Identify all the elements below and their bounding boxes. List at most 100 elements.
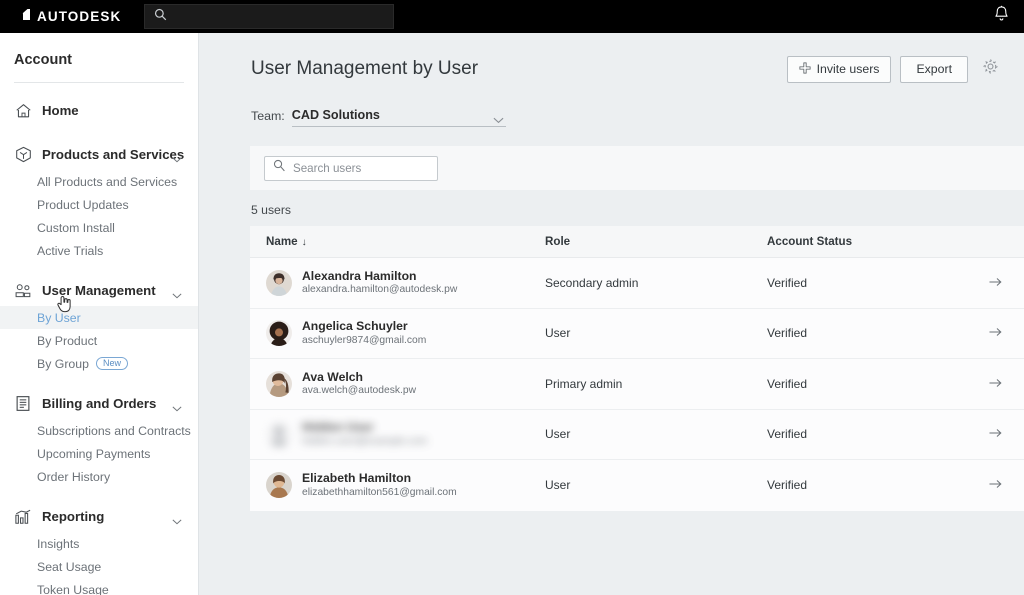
chevron-down-icon[interactable] [172,512,182,530]
users-icon [13,281,33,301]
sidebar-item-reporting[interactable]: Reporting [0,501,198,532]
column-header-role[interactable]: Role [545,235,767,248]
invite-users-label: Invite users [816,62,880,76]
table-row[interactable]: Elizabeth Hamilton elizabethhamilton561@… [250,460,1024,511]
user-email: aschuyler9874@gmail.com [302,334,427,346]
row-detail-button[interactable] [967,375,1024,393]
sidebar-item-subscriptions-and-contracts[interactable]: Subscriptions and Contracts [0,419,198,442]
column-header-account-status[interactable]: Account Status [767,235,967,248]
sidebar-subitem-label: By User [37,310,81,325]
sidebar-item-active-trials[interactable]: Active Trials [0,239,198,262]
chevron-down-icon[interactable] [172,399,182,417]
sidebar-item-by-group[interactable]: By Group New [0,352,198,375]
avatar-photo [266,370,292,397]
sidebar-item-insights[interactable]: Insights [0,532,198,555]
user-name: Elizabeth Hamilton [302,471,412,486]
name-block: Alexandra Hamilton alexandra.hamilton@au… [302,269,457,297]
row-detail-button[interactable] [967,274,1024,292]
cell-role: Primary admin [545,376,623,391]
invoice-icon [13,394,33,414]
sidebar-item-seat-usage[interactable]: Seat Usage [0,555,198,578]
arrow-right-icon [989,476,1002,494]
column-header-name-label: Name [266,235,298,248]
search-users-field[interactable] [264,155,438,181]
users-table: Name ↓ Role Account Status Alexandra Ham… [250,226,1024,511]
sidebar-item-label: Products and Services [42,147,185,162]
sidebar-divider [14,82,184,83]
sidebar-item-token-usage[interactable]: Token Usage [0,578,198,595]
cell-name: Ava Welch ava.welch@autodesk.pw [250,370,545,398]
sidebar-item-all-products-and-services[interactable]: All Products and Services [0,170,198,193]
sidebar-subitem-label: Custom Install [37,220,115,235]
sidebar-item-user-management[interactable]: User Management [0,275,198,306]
sidebar-subitem-label: Upcoming Payments [37,446,151,461]
name-block: Hidden User hidden.user@example.com [302,420,428,448]
search-icon [273,159,286,177]
row-detail-button[interactable] [967,476,1024,494]
search-input[interactable] [293,161,418,175]
export-button[interactable]: Export [900,55,968,83]
row-detail-button[interactable] [967,425,1024,443]
sidebar-item-label: Billing and Orders [42,396,157,411]
name-block: Angelica Schuyler aschuyler9874@gmail.co… [302,319,426,347]
sidebar-heading: Account [14,52,72,68]
sidebar-item-label: Reporting [42,509,105,524]
cell-name: Angelica Schuyler aschuyler9874@gmail.co… [250,319,545,347]
table-header-row: Name ↓ Role Account Status [250,226,1024,258]
cell-role: User [545,478,571,493]
sidebar-item-by-product[interactable]: By Product [0,329,198,352]
avatar-photo [266,421,292,448]
row-detail-button[interactable] [967,324,1024,342]
team-dropdown[interactable]: CAD Solutions [291,108,506,129]
sidebar-item-product-updates[interactable]: Product Updates [0,193,198,216]
avatar [266,320,292,347]
column-header-name[interactable]: Name ↓ [250,235,545,248]
autodesk-logo-icon [14,8,31,26]
chevron-down-icon [493,111,504,129]
sidebar-subitem-label: By Group [37,356,89,371]
user-email: ava.welch@autodesk.pw [302,385,417,397]
chevron-down-icon[interactable] [172,150,182,168]
cell-name: Elizabeth Hamilton elizabethhamilton561@… [250,471,545,499]
avatar-photo [266,320,292,347]
table-row[interactable]: Angelica Schuyler aschuyler9874@gmail.co… [250,308,1024,359]
table-row[interactable]: Alexandra Hamilton alexandra.hamilton@au… [250,258,1024,309]
name-block: Ava Welch ava.welch@autodesk.pw [302,370,416,398]
chart-icon [13,507,33,527]
avatar [266,370,292,397]
sidebar-item-products-and-services[interactable]: Products and Services [0,139,198,170]
page-header: User Management by User Invite users Exp… [200,33,1024,85]
settings-button[interactable] [980,59,1000,79]
cell-account-status: Verified [767,376,808,391]
new-badge: New [95,356,128,371]
cell-account-status: Verified [767,275,808,290]
global-search-input[interactable] [144,4,394,29]
avatar [266,472,292,499]
sidebar-subitem-label: Subscriptions and Contracts [37,423,191,438]
sidebar-item-label: Home [42,103,79,118]
sidebar-subitem-label: Active Trials [37,243,104,258]
cell-name-redacted: Hidden User hidden.user@example.com [250,420,545,448]
sidebar-subitem-label: Seat Usage [37,559,102,574]
sidebar-item-home[interactable]: Home [0,95,198,126]
sidebar-item-by-user[interactable]: By User [0,306,198,329]
sidebar-item-order-history[interactable]: Order History [0,465,198,488]
user-count-label: 5 users [251,203,291,217]
autodesk-brand[interactable]: AUTODESK [0,8,140,26]
notifications-button[interactable] [993,0,1010,33]
chevron-down-icon[interactable] [172,286,182,304]
sidebar-item-upcoming-payments[interactable]: Upcoming Payments [0,442,198,465]
table-row[interactable]: Hidden User hidden.user@example.com User… [250,409,1024,460]
sidebar-item-custom-install[interactable]: Custom Install [0,216,198,239]
user-name: Ava Welch [302,369,363,384]
sidebar-item-billing-and-orders[interactable]: Billing and Orders [0,388,198,419]
table-row[interactable]: Ava Welch ava.welch@autodesk.pw Primary … [250,359,1024,410]
sidebar-subitem-label: Product Updates [37,197,129,212]
sidebar-item-label: User Management [42,283,156,298]
sidebar: Account Home Products and Services All P… [0,33,199,595]
search-panel [250,146,1024,190]
invite-users-button[interactable]: Invite users [786,55,892,83]
